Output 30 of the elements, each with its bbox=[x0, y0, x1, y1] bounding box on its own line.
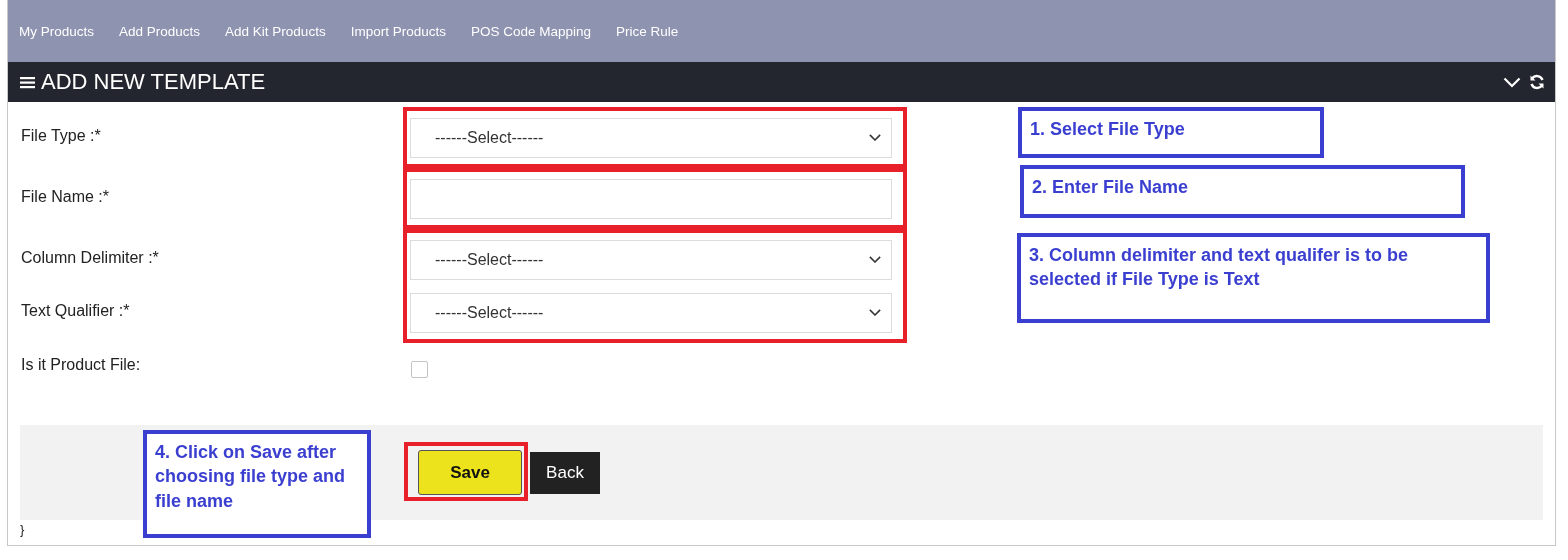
save-button[interactable]: Save bbox=[418, 450, 522, 495]
nav-link[interactable]: My Products bbox=[19, 23, 95, 39]
menu-icon bbox=[20, 75, 35, 89]
chevron-down-icon bbox=[869, 308, 881, 317]
field-label: File Type :* bbox=[20, 126, 101, 145]
chevron-down-icon[interactable] bbox=[1503, 76, 1521, 88]
select-field[interactable]: ------Select------ bbox=[410, 239, 892, 280]
refresh-icon[interactable] bbox=[1529, 74, 1545, 90]
callout-note: 1. Select File Type bbox=[1018, 107, 1324, 158]
field-label: File Name :* bbox=[20, 187, 110, 206]
brace-text: } bbox=[19, 521, 26, 537]
nav-link[interactable]: POS Code Mapping bbox=[470, 23, 591, 39]
input-field[interactable] bbox=[410, 178, 892, 219]
nav-link[interactable]: Add Kit Products bbox=[225, 23, 326, 39]
field-label: Is it Product File: bbox=[20, 356, 141, 374]
chevron-down-icon bbox=[869, 133, 881, 142]
field-label: Text Qualifier :* bbox=[20, 301, 130, 320]
nav-link[interactable]: Add Products bbox=[119, 23, 201, 39]
panel-title: ADD NEW TEMPLATE bbox=[41, 69, 267, 95]
back-button[interactable]: Back bbox=[530, 452, 600, 494]
callout-note: 3. Column delimiter and text qualifer is to be selected if File Type is Text bbox=[1017, 233, 1490, 323]
chevron-down-icon bbox=[869, 255, 881, 264]
field-label: Column Delimiter :* bbox=[20, 248, 159, 267]
nav-link[interactable]: Price Rule bbox=[616, 23, 679, 39]
callout-note: 4. Click on Save after choosing file type and file name bbox=[143, 430, 371, 538]
nav-link[interactable]: Import Products bbox=[350, 23, 446, 39]
select-field[interactable]: ------Select------ bbox=[410, 117, 892, 158]
checkbox[interactable] bbox=[411, 360, 428, 378]
callout-note: 2. Enter File Name bbox=[1020, 165, 1465, 218]
select-field[interactable]: ------Select------ bbox=[410, 292, 892, 333]
